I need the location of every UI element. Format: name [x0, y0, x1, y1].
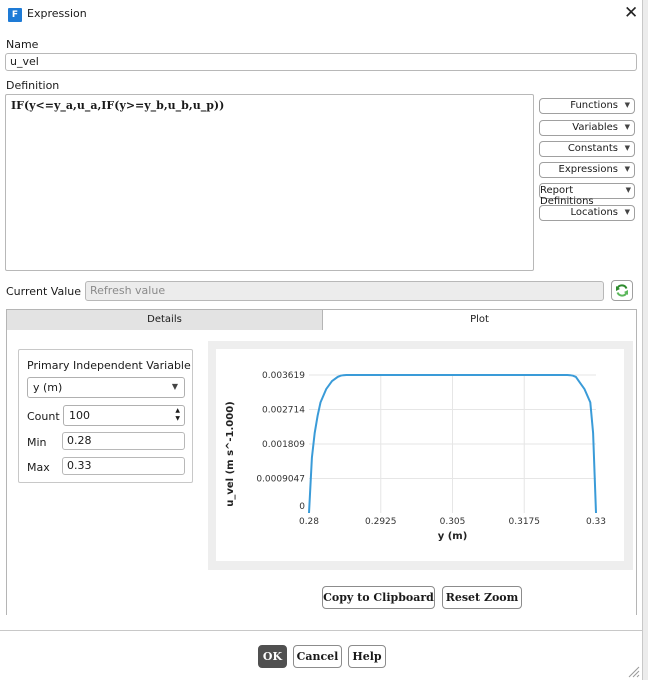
primary-variable-value: y (m) [33, 381, 63, 394]
y-tick-label: 0.001809 [262, 440, 305, 450]
variables-dropdown-label: Variables [572, 122, 618, 133]
max-label: Max [27, 461, 50, 474]
min-label: Min [27, 436, 47, 449]
cancel-button[interactable]: Cancel [293, 645, 342, 668]
spin-up-icon[interactable]: ▲ [175, 407, 180, 414]
y-axis-label: u_vel (m s^-1.000) [225, 401, 236, 506]
tab-plot[interactable]: Plot [322, 309, 637, 331]
y-tick-label: 0.0009047 [256, 475, 305, 485]
count-label: Count [27, 410, 60, 423]
primary-variable-label: Primary Independent Variable [27, 359, 191, 372]
current-value-label: Current Value [6, 285, 82, 298]
y-tick-label: 0 [299, 502, 305, 512]
chevron-down-icon: ▼ [624, 101, 630, 109]
chevron-down-icon: ▼ [624, 144, 630, 152]
chevron-down-icon: ▼ [624, 208, 630, 216]
count-stepper[interactable]: 100 ▲ ▼ [63, 405, 185, 426]
footer-divider [0, 630, 642, 631]
tab-details[interactable]: Details [6, 309, 323, 331]
spin-down-icon[interactable]: ▼ [175, 415, 180, 422]
definition-editor[interactable]: IF(y<=y_a,u_a,IF(y>=y_b,u_b,u_p)) [5, 94, 534, 271]
report-definitions-dropdown[interactable]: Report Definitions ▼ [539, 183, 635, 207]
functions-dropdown[interactable]: Functions ▼ [539, 98, 635, 114]
x-axis-label: y (m) [438, 531, 468, 542]
definition-label: Definition [6, 79, 60, 92]
variables-dropdown[interactable]: Variables ▼ [539, 120, 635, 136]
current-value-field: Refresh value [85, 281, 604, 301]
y-tick-label: 0.002714 [262, 406, 305, 416]
refresh-button[interactable] [611, 280, 633, 301]
reset-zoom-button[interactable]: Reset Zoom [442, 586, 522, 609]
ok-button[interactable]: OK [258, 645, 287, 668]
locations-dropdown-label: Locations [570, 207, 618, 218]
x-tick-label: 0.2925 [365, 517, 397, 527]
grid [309, 374, 596, 513]
copy-to-clipboard-button[interactable]: Copy to Clipboard [322, 586, 435, 609]
chevron-down-icon: ▼ [624, 165, 630, 173]
expressions-dropdown-label: Expressions [558, 164, 619, 175]
help-button[interactable]: Help [348, 645, 386, 668]
report-definitions-dropdown-label: Report Definitions [540, 185, 594, 207]
x-tick-label: 0.33 [586, 517, 606, 527]
primary-variable-select[interactable]: y (m) ▼ [27, 377, 185, 398]
fluent-app-icon: F [8, 8, 22, 22]
count-value: 100 [69, 409, 90, 422]
resize-grip-icon[interactable] [626, 664, 640, 678]
max-input[interactable]: 0.33 [62, 457, 185, 475]
constants-dropdown-label: Constants [567, 143, 618, 154]
min-input[interactable]: 0.28 [62, 432, 185, 450]
name-input[interactable]: u_vel [5, 53, 637, 71]
constants-dropdown[interactable]: Constants ▼ [539, 141, 635, 157]
x-tick-label: 0.305 [440, 517, 466, 527]
locations-dropdown[interactable]: Locations ▼ [539, 205, 635, 221]
x-tick-label: 0.28 [299, 517, 319, 527]
window-title: Expression [27, 7, 87, 20]
chevron-down-icon: ▼ [624, 123, 630, 131]
chevron-down-icon: ▼ [171, 382, 178, 391]
x-tick-label: 0.3175 [509, 517, 541, 527]
name-label: Name [6, 38, 39, 51]
y-tick-label: 0.003619 [262, 371, 305, 381]
chevron-down-icon: ▼ [625, 186, 631, 194]
functions-dropdown-label: Functions [570, 100, 618, 111]
window-edge [642, 0, 648, 680]
expression-plot[interactable]: 0 0.0009047 0.001809 0.002714 0.003619 0.28 0.… [216, 349, 624, 561]
title-bar: F Expression ✕ [0, 0, 642, 30]
close-icon[interactable]: ✕ [624, 3, 638, 23]
expressions-dropdown[interactable]: Expressions ▼ [539, 162, 635, 178]
refresh-icon [616, 284, 628, 297]
